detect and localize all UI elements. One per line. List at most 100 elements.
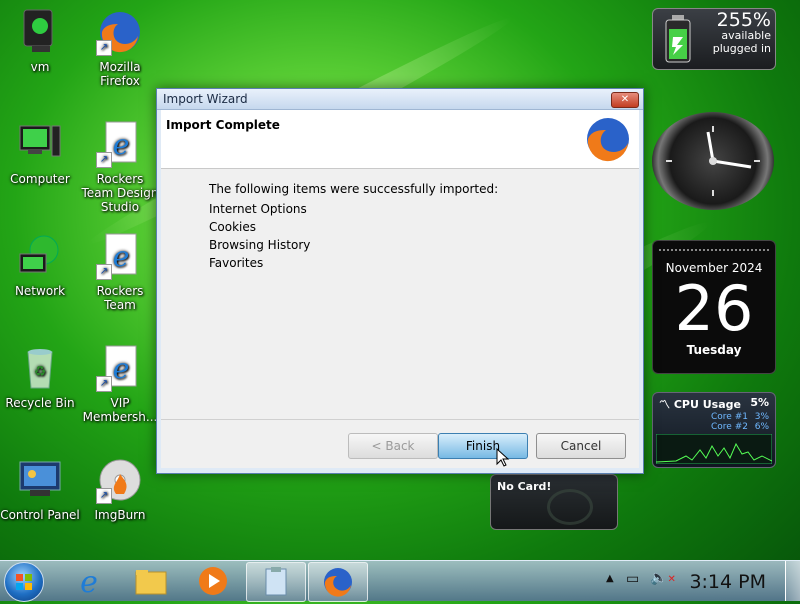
cpu-core-value: 3% — [754, 412, 769, 422]
desktop-icon-label: Recycle Bin — [5, 396, 75, 410]
show-hidden-icons-button[interactable]: ▲ — [606, 573, 614, 584]
desktop-icon-label: VIP Membersh... — [82, 396, 158, 424]
window-title: Import Wizard — [163, 92, 248, 106]
title-bar[interactable]: Import Wizard ✕ — [157, 89, 643, 110]
calendar-day: 26 — [674, 272, 754, 345]
svg-text:♻: ♻ — [34, 364, 47, 380]
desktop-icon-network[interactable]: Network — [0, 232, 80, 298]
imgburn-icon: ↗ — [96, 456, 144, 504]
desktop[interactable]: { "desktop": { "icons": [ {"label": "vm"… — [0, 0, 800, 602]
firefox-logo-icon — [583, 114, 633, 167]
desktop-icon-label: Computer — [10, 172, 70, 186]
desktop-icon-label: Rockers Team Design Studio — [81, 172, 159, 214]
shortcut-arrow-icon: ↗ — [96, 264, 112, 280]
monitor-person-icon — [16, 8, 64, 56]
clock-face-icon — [666, 126, 760, 196]
taskbar-media-player[interactable] — [184, 562, 242, 600]
cpu-core-value: 6% — [754, 422, 769, 432]
shortcut-arrow-icon: ↗ — [96, 488, 112, 504]
back-button[interactable]: < Back — [348, 433, 438, 459]
desktop-icon-label: Mozilla Firefox — [99, 60, 141, 88]
windows-logo-icon — [16, 574, 32, 590]
firefox-icon: ↗ — [96, 8, 144, 56]
clipboard-icon — [265, 567, 287, 596]
list-item: Browsing History — [209, 238, 311, 252]
svg-text:e: e — [80, 565, 98, 600]
finish-button[interactable]: Finish — [438, 433, 528, 459]
mouse-cursor-icon — [496, 447, 510, 471]
close-button[interactable]: ✕ — [611, 92, 639, 108]
calendar-binding — [659, 243, 769, 251]
imported-items-list: Internet Options Cookies Browsing Histor… — [209, 202, 310, 274]
cpu-graph — [656, 434, 772, 464]
meter-icon: 〽 — [659, 398, 670, 411]
cpu-core-label: Core #1 — [711, 412, 748, 422]
list-item: Favorites — [209, 256, 264, 270]
cpu-title: CPU Usage — [673, 398, 741, 411]
display-icon[interactable]: ▭ — [626, 571, 639, 587]
svg-text:e: e — [113, 240, 130, 273]
cpu-total: 5% — [750, 396, 769, 409]
desktop-icon-rockers-design[interactable]: e ↗ Rockers Team Design Studio — [80, 120, 160, 214]
svg-text:e: e — [113, 352, 130, 385]
cpu-gadget[interactable]: 〽 CPU Usage 5% Core #1 3% Core #2 6% — [652, 392, 776, 468]
nocard-gadget[interactable]: No Card! — [490, 474, 618, 530]
desktop-icon-vm[interactable]: vm — [0, 8, 80, 74]
clock-gadget[interactable] — [652, 112, 774, 210]
cpu-title-row: 〽 CPU Usage 5% — [659, 396, 769, 412]
desktop-icon-computer[interactable]: Computer — [0, 120, 80, 186]
list-item: Cookies — [209, 220, 256, 234]
desktop-icon-firefox[interactable]: ↗ Mozilla Firefox — [80, 8, 160, 88]
cpu-core-1: Core #1 3% — [659, 412, 769, 422]
desktop-icon-label: Network — [14, 284, 66, 298]
firefox-icon — [324, 568, 352, 597]
import-summary-text: The following items were successfully im… — [209, 182, 499, 196]
show-desktop-button[interactable] — [785, 561, 800, 601]
ie-document-icon: e ↗ — [96, 120, 144, 168]
wizard-footer: < Back Finish Cancel — [161, 419, 639, 468]
battery-percent: 255% — [716, 9, 771, 31]
taskbar: e ▲ ▭ 🔈✕ 3:14 PM — [0, 560, 800, 602]
ie-document-icon: e ↗ — [96, 232, 144, 280]
svg-text:e: e — [113, 128, 130, 161]
desktop-icon-label: Control Panel — [0, 508, 80, 522]
battery-status-2: plugged in — [712, 42, 771, 55]
network-icon — [16, 232, 64, 280]
battery-gadget[interactable]: 255% available plugged in — [652, 8, 776, 70]
desktop-icon-control-panel[interactable]: Control Panel — [0, 456, 80, 522]
cpu-core-2: Core #2 6% — [659, 422, 769, 432]
list-item: Internet Options — [209, 202, 307, 216]
taskbar-ie[interactable]: e — [60, 562, 118, 600]
desktop-icon-imgburn[interactable]: ↗ ImgBurn — [80, 456, 160, 522]
desktop-icon-vip[interactable]: e ↗ VIP Membersh... — [80, 344, 160, 424]
wizard-content: The following items were successfully im… — [161, 169, 639, 419]
volume-muted-icon[interactable]: 🔈✕ — [650, 570, 676, 586]
taskbar-firefox[interactable] — [308, 562, 368, 602]
desktop-icon-rockers-team[interactable]: e ↗ Rockers Team — [80, 232, 160, 312]
nocard-text: No Card! — [497, 480, 552, 493]
import-wizard-dialog[interactable]: Import Wizard ✕ Import Complete The foll… — [156, 88, 644, 474]
ie-document-icon: e ↗ — [96, 344, 144, 392]
shortcut-arrow-icon: ↗ — [96, 376, 112, 392]
desktop-icon-label: ImgBurn — [94, 508, 146, 522]
computer-icon — [16, 120, 64, 168]
desktop-icon-recycle-bin[interactable]: ♻ Recycle Bin — [0, 344, 80, 410]
calendar-weekday: Tuesday — [686, 343, 742, 357]
battery-icon — [663, 15, 693, 66]
ie-icon: e — [80, 565, 98, 600]
desktop-icon-label: vm — [30, 60, 50, 74]
eye-logo-icon — [547, 489, 593, 525]
taskbar-clipboard[interactable] — [246, 562, 306, 602]
explorer-folder-icon — [135, 570, 167, 595]
cancel-button[interactable]: Cancel — [536, 433, 626, 459]
start-button[interactable] — [4, 562, 44, 602]
control-panel-icon — [16, 456, 64, 504]
shortcut-arrow-icon: ↗ — [96, 152, 112, 168]
wizard-header: Import Complete — [161, 110, 639, 169]
calendar-gadget[interactable]: November 2024 26 Tuesday — [652, 240, 776, 374]
taskbar-explorer[interactable] — [122, 562, 180, 600]
clock-time[interactable]: 3:14 PM — [689, 571, 766, 593]
cpu-core-label: Core #2 — [711, 422, 748, 432]
page-title: Import Complete — [166, 118, 280, 132]
desktop-icon-label: Rockers Team — [96, 284, 144, 312]
